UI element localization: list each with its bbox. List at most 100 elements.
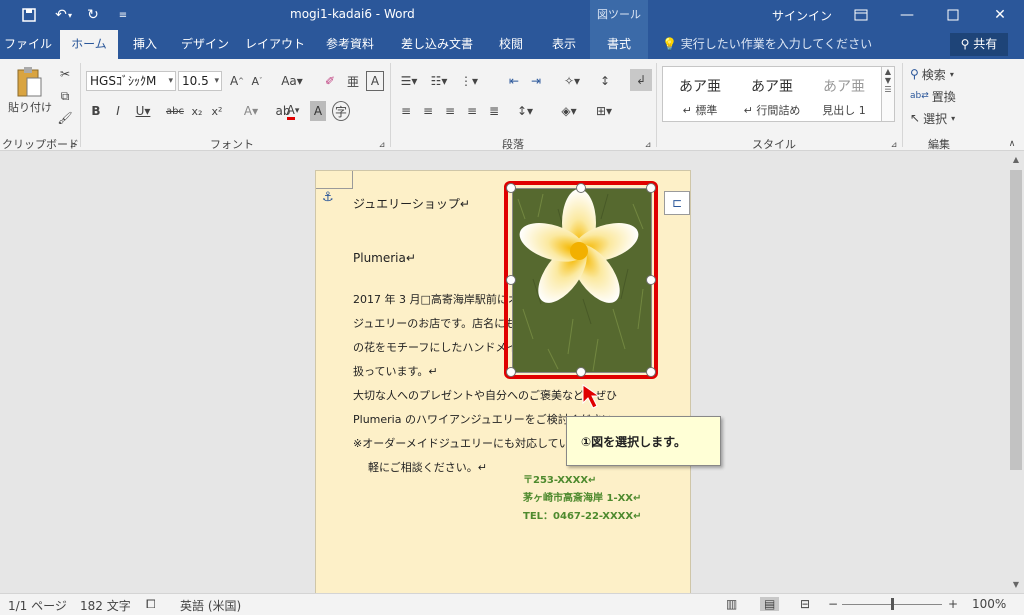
scroll-down-icon[interactable]: ▼ (1008, 577, 1024, 593)
font-name-dropdown[interactable]: HGSｺﾞｼｯｸM ▾ (86, 71, 176, 91)
page-count[interactable]: 1/1 ページ (8, 597, 67, 614)
sort-az-icon[interactable]: ↕ (596, 71, 614, 91)
proofing-icon[interactable]: ⧠ (146, 597, 156, 612)
redo-icon[interactable]: ↻ (78, 0, 108, 30)
save-icon[interactable] (14, 0, 44, 30)
borders-icon[interactable]: ⊞▾ (590, 101, 618, 121)
zoom-in-icon[interactable]: + (948, 597, 958, 611)
shrink-font-icon[interactable]: Aˇ (248, 71, 266, 91)
format-painter-icon[interactable]: 🖌 (56, 109, 74, 127)
clipboard-launcher-icon[interactable]: ⊿ (68, 139, 78, 149)
signin-link[interactable]: サインイン (772, 7, 832, 24)
tab-review[interactable]: 校閲 (486, 30, 536, 59)
grow-font-icon[interactable]: A ^ (228, 71, 246, 91)
undo-dropdown-icon[interactable]: ▾ (64, 0, 76, 30)
underline-icon[interactable]: U▾ (132, 101, 154, 121)
shading-icon[interactable]: ◈▾ (556, 101, 582, 121)
tab-home[interactable]: ホーム (60, 30, 118, 59)
cut-icon[interactable]: ✂ (56, 65, 74, 83)
font-color-icon[interactable]: A ▾ (282, 101, 304, 121)
italic-icon[interactable]: I (110, 101, 126, 121)
tab-references[interactable]: 参考資料 (312, 30, 388, 59)
paste-icon[interactable] (10, 65, 50, 99)
ribbon-display-icon[interactable] (838, 0, 884, 30)
justify-icon[interactable]: ≡ (462, 101, 482, 121)
tab-mailings[interactable]: 差し込み文書 (390, 30, 484, 59)
distributed-icon[interactable]: ≣ (484, 101, 504, 121)
style-normal[interactable]: あア亜 ↵ 標準 (667, 70, 733, 120)
resize-handle[interactable] (576, 183, 586, 193)
tab-file[interactable]: ファイル (0, 30, 56, 59)
tell-me-box[interactable]: 💡 実行したい作業を入力してください (662, 30, 872, 59)
subscript-icon[interactable]: x₂ (188, 101, 206, 121)
align-left-icon[interactable]: ≡ (396, 101, 416, 121)
share-button[interactable]: ⚲ 共有 (950, 33, 1008, 56)
bullets-icon[interactable]: ☰▾ (396, 71, 422, 91)
tab-insert[interactable]: 挿入 (120, 30, 170, 59)
resize-handle[interactable] (646, 367, 656, 377)
resize-handle[interactable] (506, 183, 516, 193)
char-shading-icon[interactable]: A (310, 101, 326, 121)
vertical-scrollbar[interactable]: ▲ ▼ (1008, 152, 1024, 593)
font-launcher-icon[interactable]: ⊿ (377, 139, 387, 149)
tab-format[interactable]: 書式 (590, 30, 648, 59)
zoom-slider-thumb[interactable] (891, 598, 894, 610)
customize-qa-icon[interactable]: ≡ (108, 0, 138, 30)
minimize-icon[interactable]: — (884, 0, 930, 30)
language-status[interactable]: 英語 (米国) (180, 597, 241, 614)
styles-launcher-icon[interactable]: ⊿ (889, 139, 899, 149)
scroll-thumb[interactable] (1010, 170, 1022, 470)
increase-indent-icon[interactable]: ⇥ (526, 71, 546, 91)
tab-view[interactable]: 表示 (538, 30, 590, 59)
find-button[interactable]: ⚲ 検索 ▾ (910, 65, 970, 83)
style-no-spacing[interactable]: あア亜 ↵ 行間詰め (739, 70, 805, 120)
decrease-indent-icon[interactable]: ⇤ (504, 71, 524, 91)
font-size-dropdown[interactable]: 10.5 ▾ (178, 71, 222, 91)
show-marks-icon[interactable]: ↲ (630, 69, 652, 91)
print-layout-icon[interactable]: ▤ (760, 597, 780, 611)
font-name-value: HGSｺﾞｼｯｸM (90, 74, 157, 88)
margin-mark (352, 171, 353, 189)
align-right-icon[interactable]: ≡ (440, 101, 460, 121)
copy-icon[interactable]: ⧉ (56, 87, 74, 105)
line-spacing-icon[interactable]: ↕▾ (512, 101, 538, 121)
paragraph-launcher-icon[interactable]: ⊿ (643, 139, 653, 149)
clear-format-icon[interactable]: ✐ (320, 71, 340, 91)
document-page[interactable]: ⚓ ジュエリーショップ↵ Plumeria↵ 2017 年 3 月□高寄海岸駅前… (315, 170, 691, 600)
paste-button[interactable]: 貼り付け (6, 99, 54, 115)
tab-layout[interactable]: レイアウト (240, 30, 310, 59)
replace-button[interactable]: ab⇄ 置換 (910, 87, 960, 105)
multilevel-list-icon[interactable]: ⋮▾ (456, 71, 482, 91)
word-count[interactable]: 182 文字 (80, 597, 131, 614)
collapse-ribbon-icon[interactable]: ∧ (1006, 139, 1018, 149)
change-case-icon[interactable]: Aa▾ (278, 71, 306, 91)
resize-handle[interactable] (506, 275, 516, 285)
superscript-icon[interactable]: x² (208, 101, 226, 121)
numbering-icon[interactable]: ☷▾ (426, 71, 452, 91)
sort-icon[interactable]: ✧▾ (558, 71, 586, 91)
enclose-char-icon[interactable]: 字 (332, 101, 350, 121)
resize-handle[interactable] (646, 275, 656, 285)
char-border-icon[interactable]: A (366, 71, 384, 91)
resize-handle[interactable] (576, 367, 586, 377)
layout-options-icon[interactable]: ⊏ (664, 191, 690, 215)
zoom-level[interactable]: 100% (972, 597, 1006, 611)
align-center-icon[interactable]: ≡ (418, 101, 438, 121)
plumeria-picture[interactable] (512, 188, 652, 373)
text-effects-icon[interactable]: A▾ (240, 101, 262, 121)
resize-handle[interactable] (646, 183, 656, 193)
select-button[interactable]: ↖ 選択 ▾ (910, 109, 970, 127)
close-icon[interactable]: ✕ (976, 0, 1024, 30)
tab-design[interactable]: デザイン (172, 30, 238, 59)
maximize-icon[interactable] (930, 0, 976, 30)
phonetic-guide-icon[interactable]: 亜 (344, 71, 362, 91)
styles-scroll[interactable]: ▲ ▼ ☰ (881, 66, 895, 122)
style-heading-1[interactable]: あア亜 見出し 1 (811, 70, 877, 120)
strikethrough-icon[interactable]: abc (164, 101, 186, 121)
resize-handle[interactable] (506, 367, 516, 377)
web-layout-icon[interactable]: ⊟ (800, 597, 810, 611)
scroll-up-icon[interactable]: ▲ (1008, 152, 1024, 168)
read-mode-icon[interactable]: ▥ (726, 597, 737, 611)
bold-icon[interactable]: B (88, 101, 104, 121)
zoom-out-icon[interactable]: − (828, 597, 838, 611)
